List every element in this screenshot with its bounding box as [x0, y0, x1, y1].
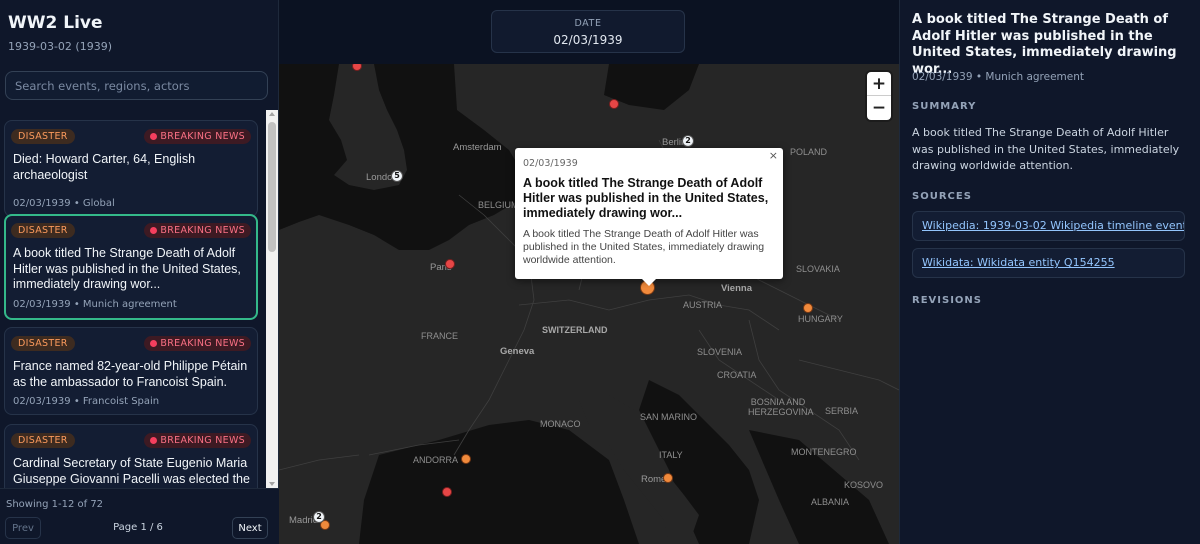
- event-card[interactable]: DISASTER BREAKING NEWS Died: Howard Cart…: [4, 120, 258, 217]
- map-label-vienna: Vienna: [721, 283, 752, 294]
- close-icon[interactable]: ×: [769, 149, 778, 162]
- breaking-news-badge: BREAKING NEWS: [144, 433, 251, 448]
- popup-date: 02/03/1939: [523, 158, 578, 169]
- event-meta: 02/03/1939 • Munich agreement: [13, 299, 177, 310]
- map-label-austria: AUSTRIA: [683, 300, 723, 310]
- event-card[interactable]: DISASTER BREAKING NEWS Cardinal Secretar…: [4, 424, 258, 488]
- scroll-down-arrow-icon[interactable]: [269, 482, 275, 486]
- breaking-news-label: BREAKING NEWS: [160, 131, 245, 142]
- map-label-albania: ALBANIA: [811, 497, 850, 507]
- live-dot-icon: [150, 133, 158, 140]
- event-card-selected[interactable]: DISASTER BREAKING NEWS A book titled The…: [4, 214, 258, 320]
- map-label-hungary: HUNGARY: [798, 314, 843, 324]
- map-label-andorra: ANDORRA: [413, 455, 459, 465]
- event-title: Cardinal Secretary of State Eugenio Mari…: [13, 456, 250, 486]
- event-title: France named 82-year-old Philippe Pétain…: [13, 359, 248, 389]
- next-page-button[interactable]: Next: [232, 517, 268, 539]
- zoom-control: + −: [867, 72, 891, 120]
- app-title: WW2 Live: [8, 13, 103, 33]
- event-title: Died: Howard Carter, 64, English archaeo…: [13, 152, 196, 182]
- event-list[interactable]: DISASTER BREAKING NEWS Died: Howard Cart…: [0, 110, 279, 488]
- breaking-news-label: BREAKING NEWS: [160, 338, 245, 349]
- map-label-croatia: CROATIA: [717, 370, 757, 380]
- map-label-amsterdam: Amsterdam: [453, 142, 502, 153]
- map-label-serbia: SERBIA: [825, 406, 859, 416]
- event-popup: × 02/03/1939 A book titled The Strange D…: [515, 148, 783, 286]
- map-header: DATE 02/03/1939: [279, 0, 899, 64]
- category-badge: DISASTER: [11, 129, 75, 144]
- event-list-scrollbar[interactable]: [266, 110, 278, 488]
- event-marker[interactable]: [803, 303, 813, 313]
- search-input[interactable]: [5, 71, 268, 100]
- page-indicator: Page 1 / 6: [113, 522, 163, 533]
- current-date-subtitle: 1939-03-02 (1939): [8, 40, 113, 53]
- live-dot-icon: [150, 437, 158, 444]
- event-meta: 02/03/1939 • Global: [13, 198, 115, 209]
- date-value: 02/03/1939: [553, 33, 623, 47]
- map-label-bosnia: BOSNIA AND HERZEGOVINA: [748, 397, 814, 417]
- date-display: DATE 02/03/1939: [491, 10, 685, 53]
- live-dot-icon: [150, 340, 158, 347]
- map-view[interactable]: Amsterdam Berlin POLAND London BELGIUM P…: [279, 0, 899, 544]
- sources-heading: SOURCES: [912, 191, 972, 202]
- map-label-poland: POLAND: [790, 147, 828, 157]
- zoom-out-button[interactable]: −: [867, 96, 891, 120]
- marker-cluster[interactable]: 2: [682, 135, 694, 147]
- map-label-monaco: MONACO: [540, 419, 581, 429]
- date-label: DATE: [574, 18, 602, 29]
- zoom-in-button[interactable]: +: [867, 72, 891, 96]
- source-link-wikipedia[interactable]: Wikipedia: 1939-03-02 Wikipedia timeline…: [912, 211, 1185, 241]
- category-badge: DISASTER: [11, 433, 75, 448]
- event-meta: 02/03/1939 • Francoist Spain: [13, 396, 160, 407]
- prev-page-button[interactable]: Prev: [5, 517, 41, 539]
- map-label-kosovo: KOSOVO: [844, 480, 884, 490]
- event-marker[interactable]: [609, 99, 619, 109]
- event-title: A book titled The Strange Death of Adolf…: [13, 246, 241, 291]
- event-sidebar: WW2 Live 1939-03-02 (1939) DISASTER BREA…: [0, 0, 279, 544]
- category-badge: DISASTER: [11, 336, 75, 351]
- revisions-heading: REVISIONS: [912, 295, 982, 306]
- event-marker[interactable]: [442, 487, 452, 497]
- scrollbar-thumb[interactable]: [268, 122, 276, 252]
- category-badge: DISASTER: [11, 223, 75, 238]
- source-link-wikidata[interactable]: Wikidata: Wikidata entity Q154255: [912, 248, 1185, 278]
- map-label-switzerland: SWITZERLAND: [542, 325, 608, 335]
- summary-heading: SUMMARY: [912, 101, 977, 112]
- map-label-belgium: BELGIUM: [478, 200, 519, 210]
- detail-summary: A book titled The Strange Death of Adolf…: [912, 126, 1180, 172]
- detail-meta: 02/03/1939 • Munich agreement: [912, 71, 1085, 83]
- event-card[interactable]: DISASTER BREAKING NEWS France named 82-y…: [4, 327, 258, 415]
- breaking-news-badge: BREAKING NEWS: [144, 223, 251, 238]
- map-label-montenegro: MONTENEGRO: [791, 447, 857, 457]
- breaking-news-badge: BREAKING NEWS: [144, 336, 251, 351]
- marker-cluster[interactable]: 5: [391, 170, 403, 182]
- detail-title: A book titled The Strange Death of Adolf…: [912, 12, 1177, 77]
- event-marker[interactable]: [461, 454, 471, 464]
- results-count: Showing 1-12 of 72: [6, 499, 104, 510]
- event-marker[interactable]: [663, 473, 673, 483]
- marker-cluster[interactable]: 2: [313, 511, 325, 523]
- scroll-up-arrow-icon[interactable]: [269, 112, 275, 116]
- map-label-slovenia: SLOVENIA: [697, 347, 743, 357]
- pagination: Showing 1-12 of 72 Prev Page 1 / 6 Next: [0, 488, 279, 544]
- popup-body: A book titled The Strange Death of Adolf…: [523, 228, 765, 266]
- map-label-geneva: Geneva: [500, 346, 535, 357]
- map-label-france: FRANCE: [421, 331, 459, 341]
- map-label-san-marino: SAN MARINO: [640, 412, 698, 422]
- event-detail-panel: A book titled The Strange Death of Adolf…: [899, 0, 1200, 544]
- popup-title: A book titled The Strange Death of Adolf…: [523, 176, 769, 220]
- breaking-news-badge: BREAKING NEWS: [144, 129, 251, 144]
- map-label-italy: ITALY: [659, 450, 683, 460]
- map-label-slovakia: SLOVAKIA: [796, 264, 840, 274]
- breaking-news-label: BREAKING NEWS: [160, 435, 245, 446]
- event-marker[interactable]: [445, 259, 455, 269]
- breaking-news-label: BREAKING NEWS: [160, 225, 245, 236]
- live-dot-icon: [150, 227, 158, 234]
